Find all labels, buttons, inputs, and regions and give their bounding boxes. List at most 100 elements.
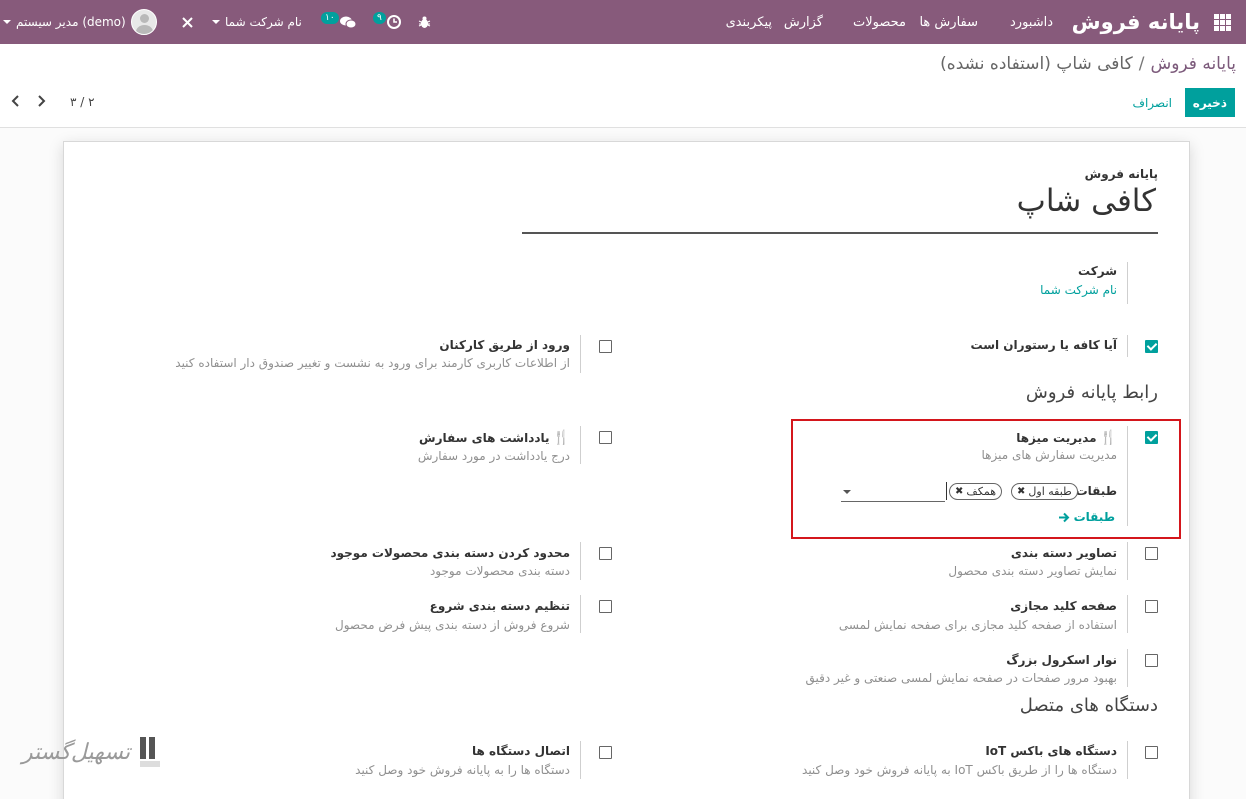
company-value-link[interactable]: نام شرکت شما	[1040, 283, 1117, 297]
pos-name-field[interactable]: کافی شاپ	[1017, 183, 1156, 219]
restrict-categories-checkbox[interactable]	[599, 547, 612, 560]
category-images-title: تصاویر دسته بندی	[1010, 546, 1117, 560]
iot-box-checkbox[interactable]	[1145, 746, 1158, 759]
cutlery-icon: 🍴	[1099, 430, 1117, 446]
table-management-desc: مدیریت سفارش های میزها	[981, 448, 1117, 462]
large-scrollbar-desc: بهبود مرور صفحات در صفحه نمایش لمسی صنعت…	[805, 671, 1117, 685]
menu-reporting[interactable]: گزارش	[784, 0, 823, 44]
iot-box-desc: دستگاه ها را از طریق باکس IoT به پایانه …	[802, 763, 1117, 777]
large-scrollbar-divider	[1127, 649, 1128, 687]
section-pos-interface: رابط پایانه فروش	[1025, 382, 1158, 403]
connect-devices-checkbox[interactable]	[599, 746, 612, 759]
category-images-desc: نمایش تصاویر دسته بندی محصول	[948, 564, 1117, 578]
pos-name-underline	[522, 232, 1158, 234]
company-switcher[interactable]: نام شرکت شما	[212, 0, 302, 44]
category-images-divider	[1127, 542, 1128, 580]
messaging-menu[interactable]: ۱۰	[321, 0, 356, 44]
dropdown-caret-icon[interactable]	[843, 490, 851, 494]
employee-login-checkbox[interactable]	[599, 340, 612, 353]
table-management-title: مدیریت میزها	[1016, 431, 1097, 445]
pager-next-button[interactable]	[37, 94, 46, 110]
text-cursor	[946, 482, 947, 500]
tools-icon[interactable]	[180, 0, 194, 44]
arrow-right-icon	[1058, 512, 1070, 522]
start-category-checkbox[interactable]	[599, 600, 612, 613]
chevron-right-icon	[38, 95, 46, 107]
breadcrumb-current: کافی شاپ (استفاده نشده)	[940, 54, 1133, 74]
section-connected-devices: دستگاه های متصل	[1019, 695, 1158, 716]
is-bar-checkbox[interactable]	[1145, 340, 1158, 353]
app-title[interactable]: پایانه فروش	[1072, 0, 1200, 44]
watermark-text: تسهیل‌گستر	[22, 740, 131, 765]
model-label: پایانه فروش	[1084, 167, 1158, 181]
menu-dashboard[interactable]: داشبورد	[1010, 0, 1053, 44]
table-management-divider	[1127, 426, 1128, 526]
chat-icon	[339, 16, 356, 28]
virtual-keyboard-title: صفحه کلید مجازی	[1010, 599, 1117, 613]
avatar	[130, 9, 157, 35]
virtual-keyboard-divider	[1127, 595, 1128, 633]
restrict-categories-divider	[580, 542, 581, 580]
order-notes-checkbox[interactable]	[599, 431, 612, 444]
activity-menu[interactable]: ۹	[373, 0, 401, 44]
pager-previous-button[interactable]	[11, 94, 20, 110]
start-category-desc: شروع فروش از دسته بندی پیش فرض محصول	[335, 618, 570, 632]
cutlery-icon: 🍴	[552, 430, 570, 446]
discard-button[interactable]: انصراف	[1133, 88, 1172, 117]
top-navbar: پایانه فروش داشبورد سفارش ها محصولات گزا…	[0, 0, 1246, 44]
breadcrumb-separator: /	[1138, 54, 1145, 74]
large-scrollbar-checkbox[interactable]	[1145, 654, 1158, 667]
virtual-keyboard-checkbox[interactable]	[1145, 600, 1158, 613]
chevron-left-icon	[11, 95, 19, 107]
apps-icon[interactable]	[1210, 0, 1234, 44]
restrict-categories-desc: دسته بندی محصولات موجود	[429, 564, 570, 578]
caret-down-icon	[212, 20, 220, 24]
menu-orders[interactable]: سفارش ها	[919, 0, 978, 44]
menu-products[interactable]: محصولات	[853, 0, 906, 44]
is-bar-divider	[1127, 335, 1128, 357]
employee-login-title: ورود از طریق کارکنان	[439, 338, 570, 352]
floors-label: طبقات	[1075, 484, 1117, 498]
connect-devices-divider	[580, 741, 581, 779]
table-management-header: مدیریت میزها 🍴	[1016, 430, 1117, 446]
breadcrumb: پایانه فروش/کافی شاپ (استفاده نشده)	[940, 54, 1236, 74]
iot-box-divider	[1127, 741, 1128, 779]
is-bar-label: آیا کافه یا رستوران است	[970, 338, 1117, 352]
watermark-logo: تسهیل‌گستر	[14, 735, 164, 775]
employee-login-desc: از اطلاعات کاربری کارمند برای ورود به نش…	[175, 356, 570, 370]
table-management-highlight	[791, 419, 1181, 539]
floor-tag[interactable]: ✖ طبقه اول	[1011, 483, 1078, 500]
employee-login-divider	[580, 335, 581, 373]
caret-down-icon	[3, 20, 11, 24]
iot-box-title: دستگاه های باکس IoT	[985, 744, 1117, 758]
order-notes-divider	[580, 426, 581, 464]
menu-configuration[interactable]: پیکربندی	[726, 0, 772, 44]
virtual-keyboard-desc: استفاده از صفحه کلید مجازی برای صفحه نما…	[838, 618, 1117, 632]
company-label: شرکت	[1078, 264, 1117, 278]
order-notes-desc: درج یادداشت در مورد سفارش	[417, 449, 570, 463]
floor-tag[interactable]: ✖ همکف	[949, 483, 1003, 500]
order-notes-header: یادداشت های سفارش 🍴	[419, 430, 570, 446]
connect-devices-desc: دستگاه ها را به پایانه فروش خود وصل کنید	[355, 763, 570, 777]
restrict-categories-title: محدود کردن دسته بندی محصولات موجود	[330, 546, 570, 560]
remove-tag-icon[interactable]: ✖	[955, 486, 963, 497]
floors-link[interactable]: طبقات	[1058, 510, 1115, 524]
floors-input[interactable]	[841, 501, 945, 502]
company-name: نام شرکت شما	[225, 15, 302, 29]
messages-badge: ۱۰	[321, 12, 339, 24]
table-management-checkbox[interactable]	[1145, 431, 1158, 444]
save-button[interactable]: ذخیره	[1184, 88, 1235, 117]
start-category-title: تنظیم دسته بندی شروع	[429, 599, 570, 613]
activity-badge: ۹	[373, 12, 386, 24]
start-category-divider	[580, 595, 581, 633]
breadcrumb-root[interactable]: پایانه فروش	[1150, 54, 1236, 74]
clock-icon	[386, 15, 401, 29]
large-scrollbar-title: نوار اسکرول بزرگ	[1006, 653, 1117, 667]
category-images-checkbox[interactable]	[1145, 547, 1158, 560]
remove-tag-icon[interactable]: ✖	[1017, 486, 1025, 497]
order-notes-title: یادداشت های سفارش	[419, 431, 550, 445]
bug-icon[interactable]	[418, 0, 431, 44]
user-menu[interactable]: مدیر سیستم (demo)	[3, 0, 157, 44]
user-name: مدیر سیستم (demo)	[16, 15, 126, 29]
pager-value[interactable]: ۳ / ۲	[70, 95, 95, 109]
